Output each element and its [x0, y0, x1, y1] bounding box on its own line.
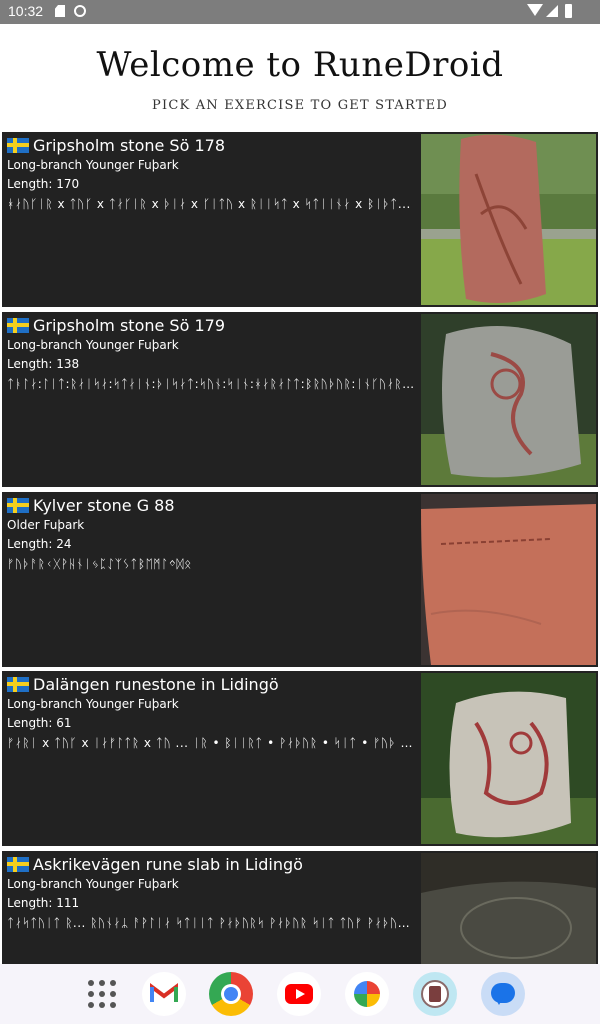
card-title-row: Kylver stone G 88 [7, 494, 417, 516]
card-rune-type: Long-branch Younger Fuþark [7, 338, 179, 352]
card-runes: ᛏᚭᛚᛅ:ᛚᛁᛏ:ᚱᛅᛁᛋᛅ:ᛋᛏᛅᛁᚾ:ᚦᛁᛋᛅᛏ:ᛋᚢᚾ:ᛋᛁᚾ:ᚼᛅᚱᛅᛚ… [7, 377, 417, 391]
card-length: Length: 138 [7, 357, 80, 371]
card-runes: ᚼᛅᚢᚴᛁᚱ x ᛏᚢᚴ x ᛏᛅᚴᛁᚱ x ᚦᛁᛅ x ᚴᛁᛏᚢ x ᚱᛁᛁᛋ… [7, 197, 411, 211]
exercise-card-kylver[interactable]: Kylver stone G 88 Older Fuþark Length: 2… [2, 492, 598, 667]
runestone-image [421, 494, 596, 665]
card-rune-type: Older Fuþark [7, 518, 85, 532]
card-title: Gripsholm stone Sö 179 [33, 315, 225, 335]
card-info: Dalängen runestone in Lidingö Long-branc… [7, 673, 417, 753]
app-drawer-icon[interactable] [80, 972, 124, 1016]
sweden-flag-icon [7, 676, 29, 692]
runestone-image [421, 673, 596, 844]
exercise-card-gripsholm-so179[interactable]: Gripsholm stone Sö 179 Long-branch Young… [2, 312, 598, 487]
messages-icon[interactable] [481, 972, 525, 1016]
card-info: Askrikevägen rune slab in Lidingö Long-b… [7, 853, 417, 933]
sweden-flag-icon [7, 137, 29, 153]
signal-icon [546, 5, 558, 17]
card-runes: ᚠᛅᚱᛁ x ᛏᚢᚴ x ᛁᛅᚠᛚᛏᚱ x ᛏᚢ ... ᛁᚱ • ᛒᛁᛁᚱᛏ … [7, 736, 417, 750]
sweden-flag-icon [7, 497, 29, 513]
app-dock [0, 964, 600, 1024]
card-runes: ᛏᛅᛋᛏᚢᛁᛏ ᚱ... ᚱᚢᚾᛅᛦ ᚨᚹᛚᛁᛅ ᛋᛏᛁᛁᛏ ᚹᛅᚦᚢᚱᛋ ᚹᛅ… [7, 916, 417, 930]
card-title: Kylver stone G 88 [33, 495, 175, 515]
card-title-row: Gripsholm stone Sö 179 [7, 314, 417, 336]
runestone-image [421, 134, 596, 305]
card-title: Askrikevägen rune slab in Lidingö [33, 854, 303, 874]
card-info: Kylver stone G 88 Older Fuþark Length: 2… [7, 494, 417, 574]
shield-icon [74, 5, 86, 17]
youtube-icon[interactable] [277, 972, 321, 1016]
card-title-row: Askrikevägen rune slab in Lidingö [7, 853, 417, 875]
card-rune-type: Long-branch Younger Fuþark [7, 697, 179, 711]
card-title-row: Dalängen runestone in Lidingö [7, 673, 417, 695]
card-length: Length: 61 [7, 716, 72, 730]
wifi-icon [527, 4, 543, 16]
exercise-card-gripsholm-so178[interactable]: Gripsholm stone Sö 178 Long-branch Young… [2, 132, 598, 307]
sd-card-icon [55, 5, 65, 17]
runestone-image [421, 314, 596, 485]
card-info: Gripsholm stone Sö 178 Long-branch Young… [7, 134, 417, 214]
card-runes: ᚠᚢᚦᚨᚱᚲᚷᚹᚺᚾᛁᛃᛈᛇᛉᛊᛏᛒᛖᛗᛚᛜᛞᛟ [7, 557, 192, 571]
page-title: Welcome to RuneDroid [96, 45, 504, 85]
card-length: Length: 170 [7, 177, 80, 191]
status-bar: 10:32 [0, 0, 600, 24]
card-rune-type: Long-branch Younger Fuþark [7, 158, 179, 172]
exercise-card-dalangen[interactable]: Dalängen runestone in Lidingö Long-branc… [2, 671, 598, 846]
card-title: Gripsholm stone Sö 178 [33, 135, 225, 155]
card-length: Length: 111 [7, 896, 80, 910]
battery-icon [565, 4, 572, 18]
status-time: 10:32 [8, 3, 44, 19]
card-title: Dalängen runestone in Lidingö [33, 674, 279, 694]
page-subtitle: PICK AN EXERCISE TO GET STARTED [152, 98, 448, 113]
sweden-flag-icon [7, 317, 29, 333]
sweden-flag-icon [7, 856, 29, 872]
card-title-row: Gripsholm stone Sö 178 [7, 134, 417, 156]
card-rune-type: Long-branch Younger Fuþark [7, 877, 179, 891]
chrome-icon[interactable] [209, 972, 253, 1016]
runedroid-icon[interactable] [413, 972, 457, 1016]
gmail-icon[interactable] [142, 972, 186, 1016]
card-info: Gripsholm stone Sö 179 Long-branch Young… [7, 314, 417, 394]
card-length: Length: 24 [7, 537, 72, 551]
photos-icon[interactable] [345, 972, 389, 1016]
